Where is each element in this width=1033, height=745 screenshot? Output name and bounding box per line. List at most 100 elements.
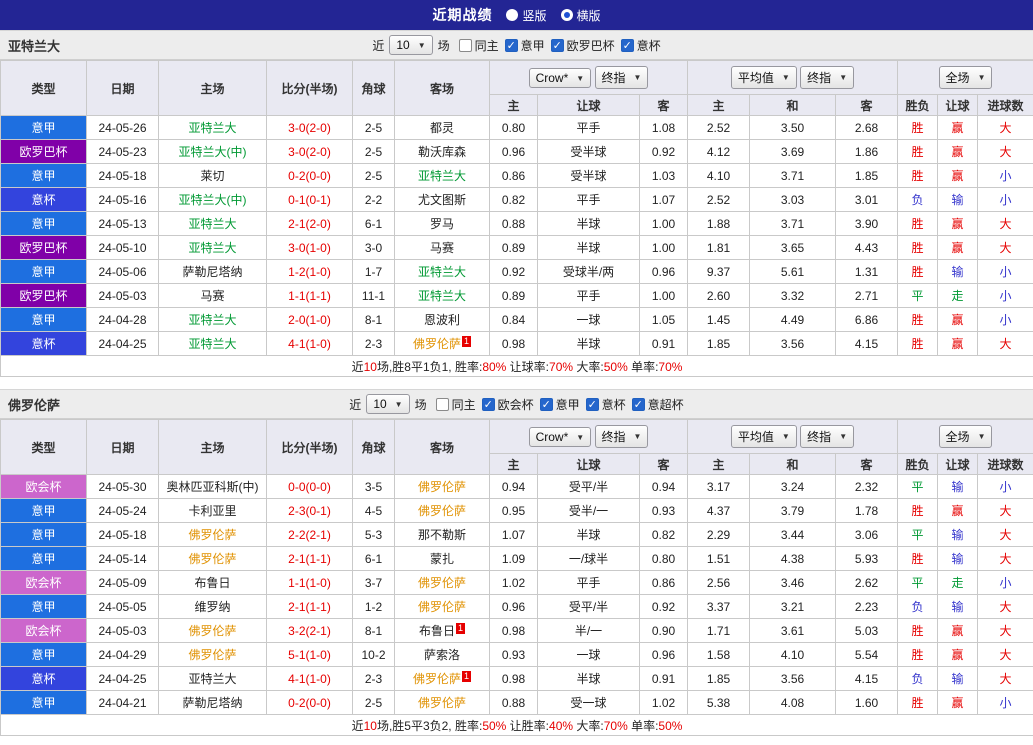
score-cell[interactable]: 2-1(1-1)	[266, 594, 353, 619]
score-cell[interactable]: 4-1(1-0)	[266, 331, 353, 356]
away-team-cell[interactable]: 佛罗伦萨 1	[394, 331, 490, 356]
league-filter-checkbox[interactable]: 意杯	[585, 396, 626, 413]
away-team-cell[interactable]: 蒙扎	[394, 546, 490, 571]
final-odds-select-2[interactable]: 终指 ▼	[800, 66, 855, 89]
summary-segment: 50%	[482, 718, 507, 733]
match-count-select[interactable]: 10 ▼	[366, 394, 410, 414]
away-team-cell[interactable]: 恩波利	[394, 307, 490, 332]
away-team-cell[interactable]: 那不勒斯	[394, 522, 490, 547]
away-team-cell[interactable]: 马赛	[394, 235, 490, 260]
home-team-cell[interactable]: 亚特兰大	[158, 211, 267, 236]
away-team-cell[interactable]: 佛罗伦萨	[394, 498, 490, 523]
league-filter-checkbox[interactable]: 欧会杯	[481, 396, 534, 413]
score-cell[interactable]: 3-0(1-0)	[266, 235, 353, 260]
home-team-cell[interactable]: 亚特兰大	[158, 666, 267, 691]
league-filter-checkbox[interactable]: 意甲	[504, 37, 545, 54]
score-cell[interactable]: 2-0(1-0)	[266, 307, 353, 332]
score-cell[interactable]: 1-1(1-1)	[266, 283, 353, 308]
home-team-cell[interactable]: 亚特兰大	[158, 115, 267, 140]
layout-radio-option[interactable]: 竖版	[506, 7, 547, 24]
home-team-name: 亚特兰大	[188, 337, 237, 351]
home-team-cell[interactable]: 马赛	[158, 283, 267, 308]
home-team-cell[interactable]: 奥林匹亚科斯(中)	[158, 474, 267, 499]
away-team-cell[interactable]: 佛罗伦萨	[394, 594, 490, 619]
home-team-cell[interactable]: 佛罗伦萨	[158, 642, 267, 667]
score-cell[interactable]: 5-1(1-0)	[266, 642, 353, 667]
fullmatch-select[interactable]: 全场 ▼	[938, 66, 993, 89]
home-team-cell[interactable]: 亚特兰大	[158, 307, 267, 332]
score-cell[interactable]: 3-2(2-1)	[266, 618, 353, 643]
away-team-cell[interactable]: 佛罗伦萨 1	[394, 666, 490, 691]
home-team-cell[interactable]: 亚特兰大	[158, 331, 267, 356]
handicap-home-odds-cell: 0.89	[489, 283, 538, 308]
league-filter-checkbox[interactable]: 欧罗巴杯	[550, 37, 615, 54]
match-count-select[interactable]: 10 ▼	[389, 35, 433, 55]
away-team-cell[interactable]: 亚特兰大	[394, 283, 490, 308]
score-cell[interactable]: 1-2(1-0)	[266, 259, 353, 284]
away-team-cell[interactable]: 亚特兰大	[394, 163, 490, 188]
league-filter-checkbox[interactable]: 同主	[458, 37, 499, 54]
average-select[interactable]: 平均值 ▼	[730, 66, 797, 89]
average-select[interactable]: 平均值 ▼	[730, 425, 797, 448]
corner-cell: 3-5	[352, 474, 395, 499]
league-filter-checkbox[interactable]: 意甲	[539, 396, 580, 413]
handicap-odds-group-header: Crow* ▼ 终指 ▼	[489, 60, 688, 95]
avg-home-odds-cell: 2.52	[687, 115, 750, 140]
score-cell[interactable]: 3-0(2-0)	[266, 139, 353, 164]
score-cell[interactable]: 0-1(0-1)	[266, 187, 353, 212]
away-team-cell[interactable]: 佛罗伦萨	[394, 474, 490, 499]
home-team-cell[interactable]: 莱切	[158, 163, 267, 188]
score-cell[interactable]: 2-1(1-1)	[266, 546, 353, 571]
league-filter-checkbox[interactable]: 意超杯	[631, 396, 684, 413]
league-filter-group: 同主 欧会杯 意甲	[432, 396, 684, 413]
home-team-cell[interactable]: 萨勒尼塔纳	[158, 259, 267, 284]
bookmaker-select[interactable]: Crow* ▼	[528, 427, 592, 447]
score-cell[interactable]: 2-2(2-1)	[266, 522, 353, 547]
avg-home-odds-cell: 1.88	[687, 211, 750, 236]
away-team-cell[interactable]: 勒沃库森	[394, 139, 490, 164]
away-team-cell[interactable]: 佛罗伦萨	[394, 690, 490, 715]
away-team-cell[interactable]: 都灵	[394, 115, 490, 140]
score-cell[interactable]: 2-1(2-0)	[266, 211, 353, 236]
home-team-cell[interactable]: 亚特兰大(中)	[158, 139, 267, 164]
away-team-cell[interactable]: 罗马	[394, 211, 490, 236]
final-odds-select[interactable]: 终指 ▼	[594, 66, 649, 89]
away-team-name: 萨索洛	[423, 648, 460, 662]
away-team-cell[interactable]: 亚特兰大	[394, 259, 490, 284]
league-filter-checkbox[interactable]: 意杯	[620, 37, 661, 54]
home-team-cell[interactable]: 佛罗伦萨	[158, 618, 267, 643]
home-team-cell[interactable]: 亚特兰大(中)	[158, 187, 267, 212]
result-cell: 负	[897, 187, 939, 212]
home-team-cell[interactable]: 萨勒尼塔纳	[158, 690, 267, 715]
home-team-cell[interactable]: 维罗纳	[158, 594, 267, 619]
final-odds-select-2[interactable]: 终指 ▼	[800, 425, 855, 448]
away-team-cell[interactable]: 萨索洛	[394, 642, 490, 667]
away-team-cell[interactable]: 布鲁日 1	[394, 618, 490, 643]
goals-result-cell: 大	[977, 498, 1033, 523]
league-filter-checkbox[interactable]: 同主	[435, 396, 476, 413]
home-team-cell[interactable]: 布鲁日	[158, 570, 267, 595]
final-odds-select-2-value: 终指	[807, 430, 832, 444]
score-cell[interactable]: 1-1(1-0)	[266, 570, 353, 595]
layout-radio-option[interactable]: 横版	[560, 7, 601, 24]
home-team-cell[interactable]: 亚特兰大	[158, 235, 267, 260]
final-odds-select[interactable]: 终指 ▼	[594, 425, 649, 448]
score-cell[interactable]: 0-2(0-0)	[266, 690, 353, 715]
home-team-name: 亚特兰大	[188, 313, 237, 327]
score-cell[interactable]: 0-0(0-0)	[266, 474, 353, 499]
fullmatch-select[interactable]: 全场 ▼	[938, 425, 993, 448]
bookmaker-select[interactable]: Crow* ▼	[528, 68, 592, 88]
home-team-cell[interactable]: 佛罗伦萨	[158, 522, 267, 547]
handicap-home-odds-cell: 0.88	[489, 211, 538, 236]
date-cell: 24-04-28	[86, 307, 159, 332]
score-cell[interactable]: 2-3(0-1)	[266, 498, 353, 523]
match-count-value: 10	[373, 397, 387, 411]
league-cell: 意甲	[0, 642, 87, 667]
home-team-cell[interactable]: 卡利亚里	[158, 498, 267, 523]
score-cell[interactable]: 4-1(1-0)	[266, 666, 353, 691]
home-team-cell[interactable]: 佛罗伦萨	[158, 546, 267, 571]
score-cell[interactable]: 0-2(0-0)	[266, 163, 353, 188]
score-cell[interactable]: 3-0(2-0)	[266, 115, 353, 140]
away-team-cell[interactable]: 尤文图斯	[394, 187, 490, 212]
away-team-cell[interactable]: 佛罗伦萨	[394, 570, 490, 595]
